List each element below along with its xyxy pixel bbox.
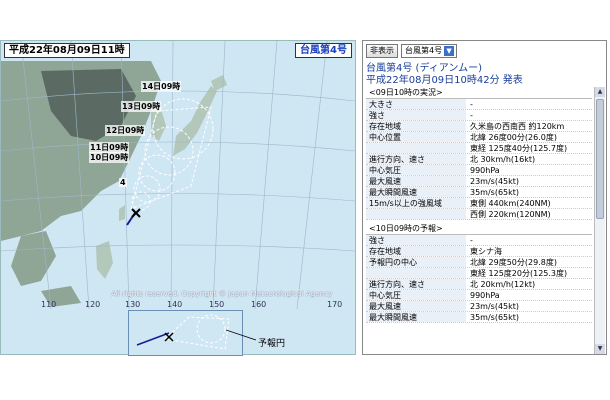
row-value: 北緯 26度00分(26.0度): [470, 133, 557, 142]
row-value: 東経 125度40分(125.7度): [470, 144, 568, 153]
row-value: 北 30km/h(16kt): [470, 155, 536, 164]
row-key: 中心気圧: [366, 165, 466, 175]
row-key: 進行方向、速さ: [366, 154, 466, 164]
table-row: 存在地域 東シナ海: [366, 246, 592, 257]
row-value: -: [470, 236, 473, 245]
storm-center-marker: [131, 208, 141, 218]
row-value: 35m/s(65kt): [470, 313, 520, 322]
table-row: 強さ -: [366, 110, 592, 121]
row-value: 北 20km/h(12kt): [470, 280, 536, 289]
track-label-12: 12日09時: [105, 125, 146, 136]
row-key: 最大瞬間風速: [366, 312, 466, 322]
storm-select-value: 台風第4号: [405, 46, 443, 55]
typhoon-map: 平成22年08月09日11時 台風第4号 14日09時 13日09時 12日09…: [0, 40, 356, 355]
philippines: [96, 241, 113, 279]
row-value: 23m/s(45kt): [470, 302, 520, 311]
row-value: 西側 220km(120NM): [470, 210, 551, 219]
row-value: 久米島の西南西 約120km: [470, 122, 565, 131]
forecast-heading: <10日09時の予報>: [366, 223, 592, 235]
row-value: 990hPa: [470, 291, 500, 300]
taiwan: [119, 205, 125, 221]
row-key: 予報円の中心: [366, 257, 466, 267]
row-value: -: [470, 111, 473, 120]
row-key: [366, 268, 466, 278]
info-tables: <09日10時の実況> 大きさ - 強さ - 存在地域 久米島の西南西 約120km 中心位…: [366, 87, 592, 353]
row-key: 強さ: [366, 235, 466, 245]
table-row: 西側 220km(120NM): [366, 209, 592, 220]
row-value: 990hPa: [470, 166, 500, 175]
table-row: 最大風速 23m/s(45kt): [366, 176, 592, 187]
current-table: 大きさ - 強さ - 存在地域 久米島の西南西 約120km 中心位置 北緯 26度00分(2…: [366, 99, 592, 220]
legend-label: 予報円: [258, 339, 286, 349]
legend-pointer: [226, 329, 257, 341]
table-row: 進行方向、速さ北 20km/h(12kt): [366, 279, 592, 290]
table-row: 予報円の中心 北緯 29度50分(29.8度): [366, 257, 592, 268]
table-row: 中心位置 北緯 26度00分(26.0度): [366, 132, 592, 143]
typhoon-info-panel: 非表示 台風第4号 ▼ 台風第4号 (ディアンムー) 平成22年08月09日10…: [362, 40, 607, 355]
table-row: 15m/s以上の強風域 東側 440km(240NM): [366, 198, 592, 209]
row-key: 強さ: [366, 110, 466, 120]
indochina: [11, 231, 56, 286]
row-key: 進行方向、速さ: [366, 279, 466, 289]
track-label-13: 13日09時: [121, 101, 162, 112]
storm-number-label: 4: [119, 178, 127, 187]
row-key: 15m/s以上の強風域: [366, 198, 466, 208]
lon-label-150: 150: [209, 300, 225, 309]
issued-time: 平成22年08月09日10時42分 発表: [366, 75, 523, 86]
row-value: 35m/s(65kt): [470, 188, 520, 197]
lon-label-110: 110: [41, 300, 57, 309]
track-label-14: 14日09時: [141, 81, 182, 92]
japan-islands: [173, 86, 217, 156]
hide-button[interactable]: 非表示: [366, 44, 398, 58]
map-datetime-title: 平成22年08月09日11時: [4, 43, 130, 58]
row-key: 最大風速: [366, 176, 466, 186]
row-key: [366, 209, 466, 219]
table-row: 最大瞬間風速 35m/s(65kt): [366, 312, 592, 323]
scroll-down-icon[interactable]: ▼: [595, 344, 605, 354]
map-storm-badge: 台風第4号: [295, 43, 352, 58]
table-row: 東経 125度20分(125.3度): [366, 268, 592, 279]
info-scrollbar[interactable]: ▲ ▼: [594, 87, 605, 354]
row-key: 存在地域: [366, 246, 466, 256]
chevron-down-icon: ▼: [444, 46, 455, 56]
scroll-up-icon[interactable]: ▲: [595, 87, 605, 97]
table-row: 東経 125度40分(125.7度): [366, 143, 592, 154]
table-row: 最大風速 23m/s(45kt): [366, 301, 592, 312]
scroll-thumb[interactable]: [596, 99, 604, 219]
table-row: 中心気圧 990hPa: [366, 165, 592, 176]
row-key: 中心位置: [366, 132, 466, 142]
info-controls: 非表示 台風第4号 ▼: [366, 44, 458, 58]
table-row: 強さ -: [366, 235, 592, 246]
forecast-table: 強さ - 存在地域 東シナ海 予報円の中心 北緯 29度50分(29.8度) 東経 125度…: [366, 235, 592, 323]
map-copyright: All rights reserved. Copyright © Japan M…: [111, 290, 333, 298]
table-row: 存在地域 久米島の西南西 約120km: [366, 121, 592, 132]
storm-select[interactable]: 台風第4号 ▼: [401, 44, 458, 58]
table-row: 最大瞬間風速 35m/s(65kt): [366, 187, 592, 198]
row-value: 東シナ海: [470, 247, 502, 256]
lon-label-160: 160: [251, 300, 267, 309]
row-value: 北緯 29度50分(29.8度): [470, 258, 557, 267]
row-key: 最大風速: [366, 301, 466, 311]
row-key: 中心気圧: [366, 290, 466, 300]
table-row: 大きさ -: [366, 99, 592, 110]
row-key: 存在地域: [366, 121, 466, 131]
row-key: 大きさ: [366, 99, 466, 109]
row-key: [366, 143, 466, 153]
table-row: 進行方向、速さ北 30km/h(16kt): [366, 154, 592, 165]
row-value: 23m/s(45kt): [470, 177, 520, 186]
row-value: 東側 440km(240NM): [470, 199, 551, 208]
row-value: -: [470, 100, 473, 109]
table-row: 中心気圧 990hPa: [366, 290, 592, 301]
current-heading: <09日10時の実況>: [366, 87, 592, 99]
track-label-10: 10日09時: [89, 152, 130, 163]
lon-label-130: 130: [125, 300, 141, 309]
row-value: 東経 125度20分(125.3度): [470, 269, 568, 278]
lon-label-120: 120: [85, 300, 101, 309]
lon-label-170: 170: [327, 300, 343, 309]
row-key: 最大瞬間風速: [366, 187, 466, 197]
lon-label-140: 140: [167, 300, 183, 309]
